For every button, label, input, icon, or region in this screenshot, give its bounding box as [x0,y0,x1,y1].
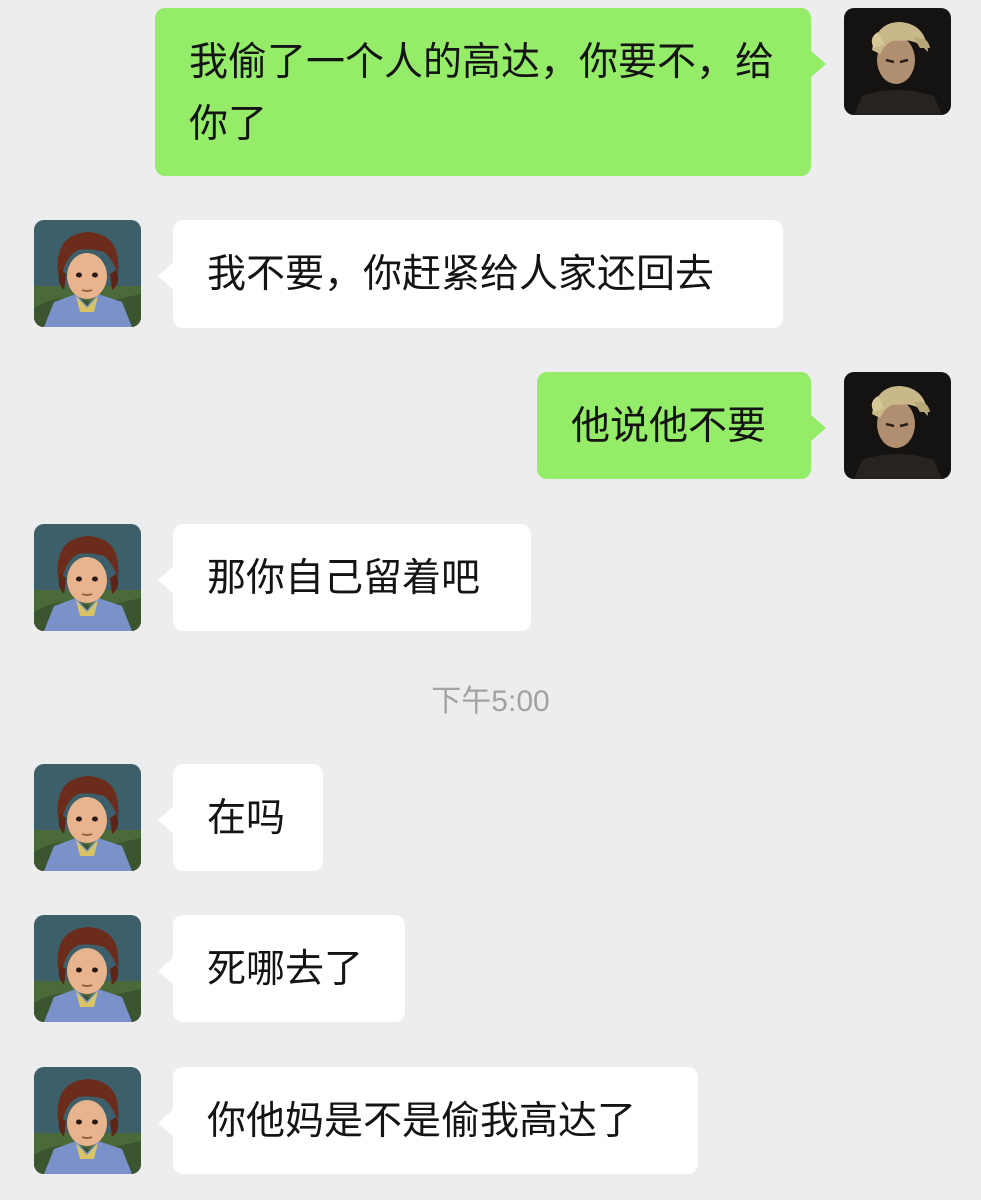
brown-hair-character-avatar[interactable] [34,220,141,327]
outgoing-message-bubble[interactable]: 我偷了一个人的高达，你要不，给你了 [155,8,826,176]
message-timestamp: 下午5:00 [431,685,550,718]
brown-hair-character-avatar[interactable] [34,764,141,871]
incoming-message-bubble[interactable]: 那你自己留着吧 [158,524,531,631]
brown-hair-character-avatar[interactable] [34,1067,141,1174]
blond-character-avatar[interactable] [844,8,951,115]
brown-hair-character-avatar[interactable] [34,524,141,631]
outgoing-message-bubble[interactable]: 他说他不要 [537,372,826,479]
brown-hair-character-avatar[interactable] [34,915,141,1022]
chat-area[interactable]: 我偷了一个人的高达，你要不，给你了 我不要，你赶紧给人家还回去 他说他不要 那你… [0,0,981,1200]
incoming-message-bubble[interactable]: 死哪去了 [158,915,405,1022]
incoming-message-bubble[interactable]: 我不要，你赶紧给人家还回去 [158,220,783,328]
blond-character-avatar[interactable] [844,372,951,479]
incoming-message-bubble[interactable]: 你他妈是不是偷我高达了 [158,1067,698,1174]
incoming-message-bubble[interactable]: 在吗 [158,764,323,871]
